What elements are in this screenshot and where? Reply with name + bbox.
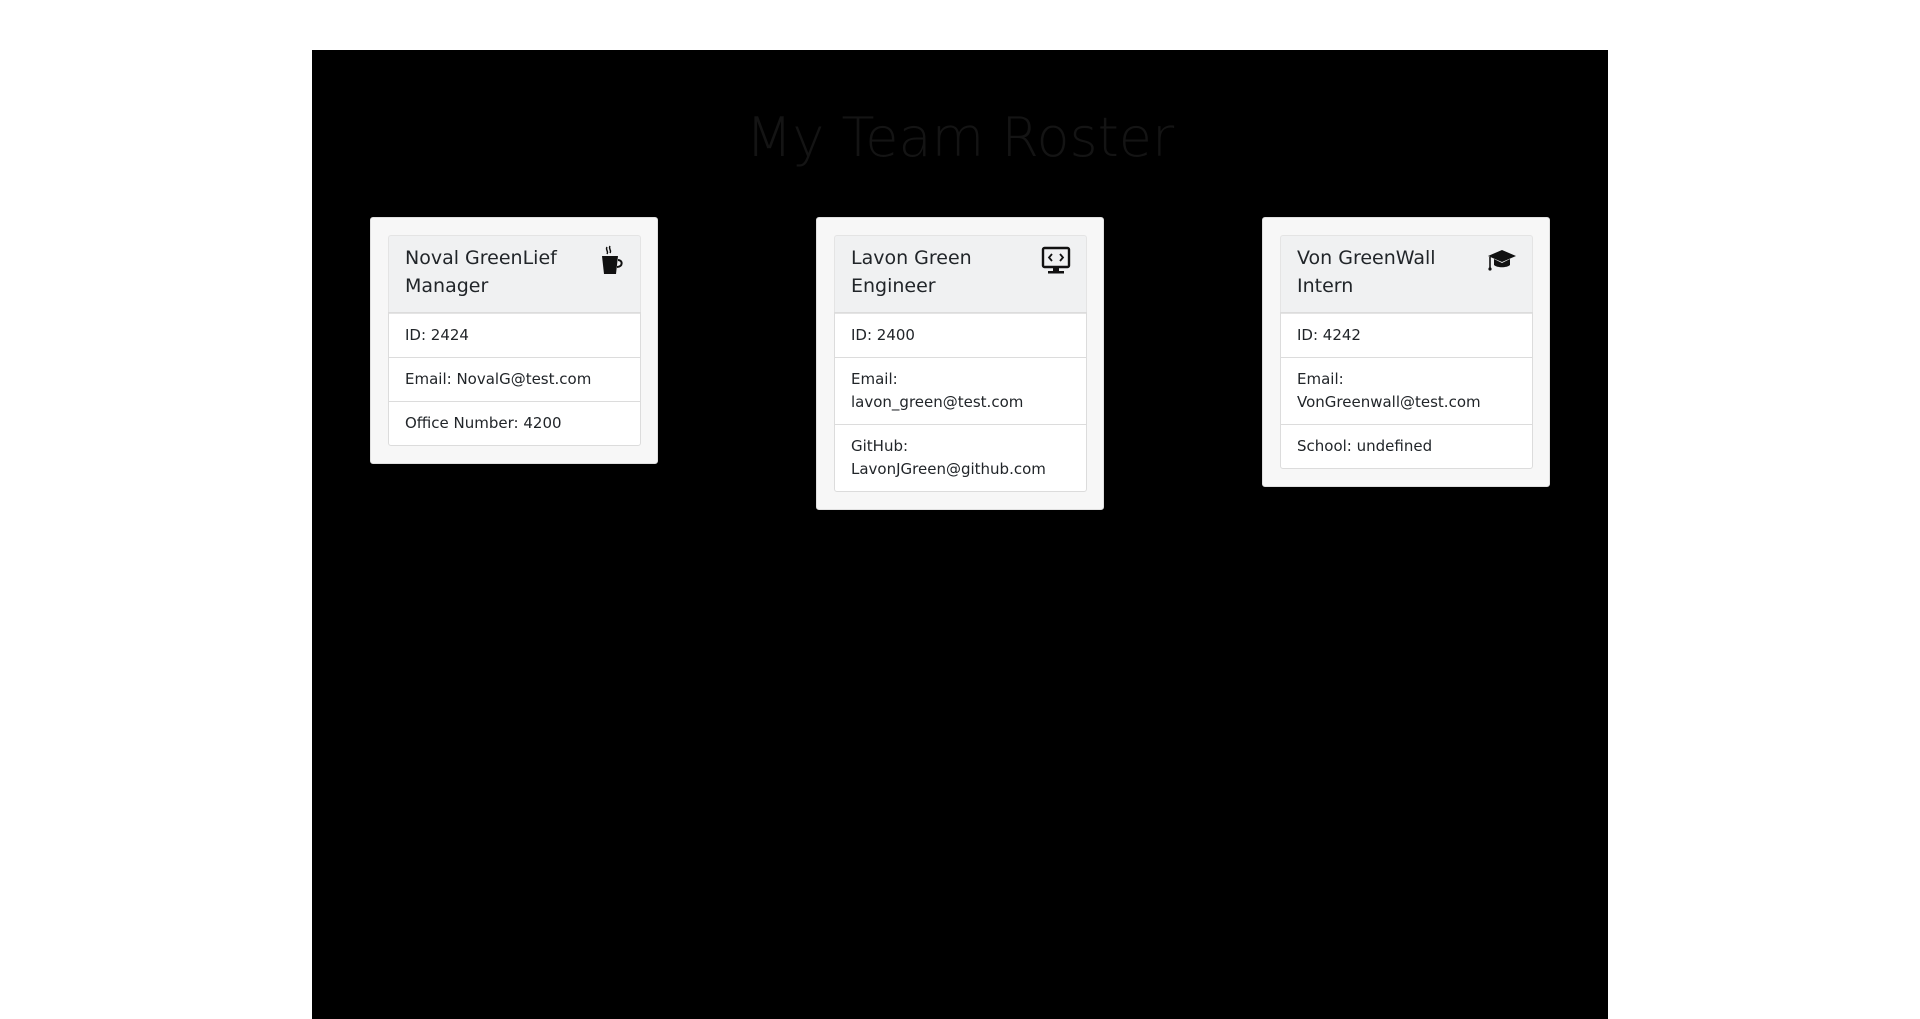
employee-role: Manager [405, 275, 489, 297]
employee-card-intern: Von GreenWall Intern ID: 4242 Email: Von… [1262, 217, 1550, 487]
team-roster-panel: My Team Roster Noval GreenLief Manager I… [312, 50, 1608, 1019]
employee-role: Engineer [851, 275, 936, 297]
employee-school: School: undefined [1281, 424, 1532, 468]
employee-name: Noval GreenLief [405, 247, 557, 269]
card-header: Lavon Green Engineer [834, 235, 1087, 312]
employee-details: ID: 4242 Email: VonGreenwall@test.com Sc… [1280, 312, 1533, 469]
employee-email: Email: NovalG@test.com [389, 357, 640, 401]
employee-github-link[interactable]: GitHub: LavonJGreen@github.com [835, 424, 1086, 491]
page-title: My Team Roster [745, 106, 1175, 169]
employee-details: ID: 2400 Email: lavon_green@test.com Git… [834, 312, 1087, 492]
employee-name: Von GreenWall [1297, 247, 1436, 269]
employee-details: ID: 2424 Email: NovalG@test.com Office N… [388, 312, 641, 446]
coffee-cup-icon [594, 244, 626, 276]
employee-id: ID: 4242 [1281, 313, 1532, 357]
employee-name: Lavon Green [851, 247, 972, 269]
monitor-code-icon [1040, 244, 1072, 276]
employee-id: ID: 2424 [389, 313, 640, 357]
employee-card-engineer: Lavon Green Engineer ID: 2400 Email: lav… [816, 217, 1104, 510]
card-header: Noval GreenLief Manager [388, 235, 641, 312]
employee-email: Email: VonGreenwall@test.com [1281, 357, 1532, 424]
employee-id: ID: 2400 [835, 313, 1086, 357]
employee-role: Intern [1297, 275, 1354, 297]
employee-card-manager: Noval GreenLief Manager ID: 2424 Email: … [370, 217, 658, 464]
card-header: Von GreenWall Intern [1280, 235, 1533, 312]
employee-email: Email: lavon_green@test.com [835, 357, 1086, 424]
employee-office-number: Office Number: 4200 [389, 401, 640, 445]
graduation-cap-icon [1486, 244, 1518, 276]
